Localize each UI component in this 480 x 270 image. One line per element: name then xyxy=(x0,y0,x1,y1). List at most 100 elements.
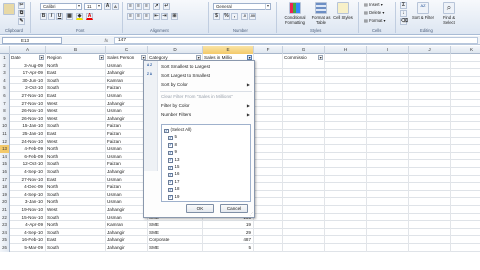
table-cell[interactable] xyxy=(325,145,367,153)
sales-cell[interactable]: 29 xyxy=(203,228,254,237)
table-cell[interactable] xyxy=(367,198,409,206)
date-cell[interactable]: 17-Apr-09 xyxy=(10,69,46,77)
table-cell[interactable] xyxy=(409,175,451,184)
row-header[interactable]: 25 xyxy=(0,236,10,244)
table-cell[interactable] xyxy=(367,244,409,252)
copy-icon[interactable]: ⧉ xyxy=(18,10,25,17)
row-header[interactable]: 1 xyxy=(0,54,10,62)
sales-person-cell[interactable]: Usman xyxy=(106,213,148,222)
date-cell[interactable]: 12-Oct-10 xyxy=(10,160,46,168)
table-cell[interactable] xyxy=(325,54,367,62)
orientation-icon[interactable]: ↗ xyxy=(153,3,160,10)
region-cell[interactable]: South xyxy=(46,190,106,199)
sales-person-cell[interactable]: Jahangir xyxy=(106,168,148,176)
row-header[interactable]: 2 xyxy=(0,61,10,70)
sales-cell[interactable]: 19 xyxy=(203,221,254,229)
table-cell[interactable] xyxy=(409,76,451,85)
decrease-decimal-icon[interactable]: .00 xyxy=(249,13,256,20)
table-cell[interactable] xyxy=(451,160,480,168)
table-cell[interactable] xyxy=(325,168,367,176)
number-format-select[interactable]: General ▼ xyxy=(213,3,271,10)
underline-button[interactable]: U xyxy=(56,13,63,20)
table-cell[interactable] xyxy=(367,145,409,153)
table-cell[interactable] xyxy=(451,100,480,108)
align-center-icon[interactable]: ≡ xyxy=(135,13,142,20)
region-cell[interactable]: West xyxy=(46,206,106,214)
column-title-region[interactable]: Region xyxy=(46,54,106,62)
table-cell[interactable] xyxy=(409,54,451,62)
table-cell[interactable] xyxy=(283,61,325,70)
table-cell[interactable] xyxy=(325,130,367,138)
table-cell[interactable] xyxy=(409,236,451,244)
category-cell[interactable]: SME xyxy=(148,244,203,252)
table-cell[interactable] xyxy=(325,114,367,123)
filter-value-checkbox[interactable]: ✓ 17 xyxy=(168,178,179,185)
table-cell[interactable] xyxy=(451,69,480,77)
filter-value-checkbox[interactable]: ✓ 9 xyxy=(168,148,177,156)
column-header-g[interactable]: G xyxy=(283,46,325,54)
table-cell[interactable] xyxy=(367,61,409,70)
date-cell[interactable]: 19-Nov-10 xyxy=(10,206,46,214)
table-cell[interactable] xyxy=(451,115,480,123)
table-cell[interactable] xyxy=(409,160,451,168)
table-cell[interactable] xyxy=(367,76,409,85)
sales-person-cell[interactable]: Usman xyxy=(106,175,148,184)
region-cell[interactable]: South xyxy=(46,213,106,222)
table-cell[interactable] xyxy=(283,107,325,115)
sales-person-cell[interactable]: Jahangir xyxy=(106,69,148,77)
table-cell[interactable] xyxy=(254,236,283,244)
row-header[interactable]: 3 xyxy=(0,69,10,77)
sort-filter-button[interactable]: Sort & Filter xyxy=(411,15,435,20)
clear-icon[interactable]: ⌫ xyxy=(400,18,408,25)
table-cell[interactable] xyxy=(367,183,409,191)
filter-value-list[interactable]: ✓ (Select All) ✓ 5 ✓ 8 ✓ 9 ✓ 13 ✓ 15 ✓ 16 ✓ 17 ✓ 18 ✓ 19 xyxy=(161,124,251,202)
table-cell[interactable] xyxy=(283,84,325,92)
sales-person-cell[interactable]: Jahangir xyxy=(106,244,148,252)
row-header[interactable]: 16 xyxy=(0,168,10,176)
shrink-font-icon[interactable]: A xyxy=(112,3,119,10)
table-cell[interactable] xyxy=(451,62,480,70)
table-cell[interactable] xyxy=(254,122,283,130)
table-cell[interactable] xyxy=(325,92,367,100)
column-header-b[interactable]: B xyxy=(46,46,106,54)
table-cell[interactable] xyxy=(451,191,480,199)
column-header-j[interactable]: J xyxy=(409,46,451,54)
cut-icon[interactable]: ✂ xyxy=(18,2,25,9)
region-cell[interactable]: East xyxy=(46,130,106,138)
region-cell[interactable]: East xyxy=(46,69,106,77)
category-cell[interactable]: Corporate xyxy=(148,236,203,244)
table-cell[interactable] xyxy=(367,228,409,237)
table-cell[interactable] xyxy=(325,236,367,244)
sales-person-cell[interactable]: Jahangir xyxy=(106,114,148,123)
table-cell[interactable] xyxy=(283,236,325,244)
table-cell[interactable] xyxy=(283,183,325,191)
table-cell[interactable] xyxy=(367,130,409,138)
sort-ascending-item[interactable]: A Z Sort Smallest to Largest xyxy=(144,63,254,71)
autosum-icon[interactable]: Σ xyxy=(400,2,407,9)
filter-dropdown-icon[interactable]: ▼ xyxy=(99,55,104,61)
region-cell[interactable]: South xyxy=(46,160,106,168)
table-cell[interactable] xyxy=(409,198,451,206)
table-cell[interactable] xyxy=(451,107,480,115)
table-cell[interactable] xyxy=(367,206,409,214)
date-cell[interactable]: 15-Nov-10 xyxy=(10,213,46,222)
insert-button[interactable]: ▤ Insert ▾ xyxy=(364,2,383,7)
table-cell[interactable] xyxy=(451,54,480,62)
table-cell[interactable] xyxy=(254,130,283,138)
table-cell[interactable] xyxy=(254,183,283,191)
table-cell[interactable] xyxy=(254,213,283,222)
table-cell[interactable] xyxy=(367,137,409,146)
italic-button[interactable]: I xyxy=(48,13,55,20)
table-cell[interactable] xyxy=(283,130,325,138)
filter-value-checkbox[interactable]: ✓ 13 xyxy=(168,156,179,163)
table-cell[interactable] xyxy=(325,206,367,214)
align-right-icon[interactable]: ≡ xyxy=(143,13,150,20)
table-cell[interactable] xyxy=(254,244,283,252)
sales-person-cell[interactable]: Kamran xyxy=(106,76,148,85)
name-box[interactable]: E13 xyxy=(2,37,62,44)
table-cell[interactable] xyxy=(254,206,283,214)
region-cell[interactable]: East xyxy=(46,92,106,100)
ok-button[interactable]: OK xyxy=(186,204,214,213)
table-cell[interactable] xyxy=(325,99,367,108)
region-cell[interactable]: South xyxy=(46,244,106,252)
